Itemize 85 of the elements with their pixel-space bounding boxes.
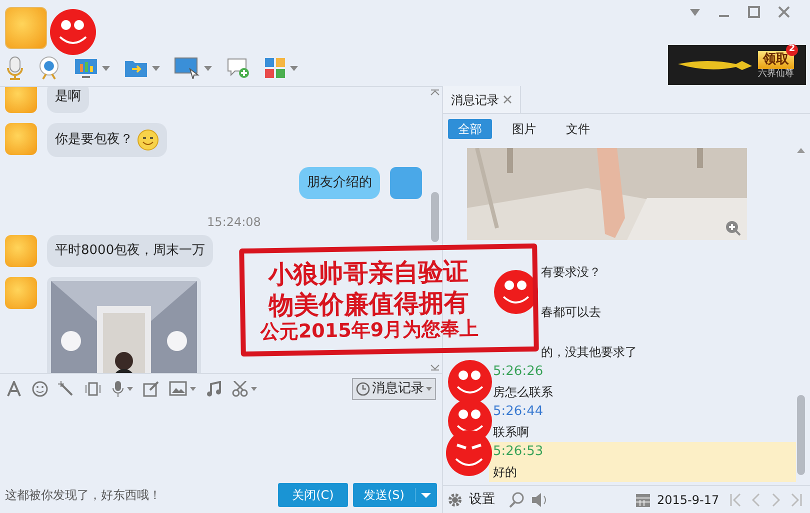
next-icon[interactable] [770,492,782,506]
message-bubble: 你是要包夜？ [47,123,167,157]
message-text: 好的 [493,464,517,481]
caret-icon[interactable] [290,66,298,70]
contact-avatar[interactable] [390,167,422,199]
folder-icon[interactable] [124,58,148,78]
image-icon[interactable] [169,381,187,396]
smiley-sticker [446,430,492,476]
calendar-icon[interactable] [635,492,651,508]
settings-icon[interactable] [447,492,463,508]
caret-icon[interactable] [251,386,257,390]
zoom-in-icon[interactable] [725,220,741,236]
scroll-up-icon[interactable] [797,148,805,153]
contact-avatar[interactable] [5,123,37,155]
caret-icon[interactable] [127,386,133,390]
caret-icon[interactable] [102,66,110,70]
history-entry[interactable]: 5:26:44 联系啊 [489,402,796,442]
message-text: 房怎么联系 [493,384,553,401]
message-bubble: 朋友介绍的 [299,167,380,199]
maximize-icon[interactable] [748,6,760,18]
dropdown-icon[interactable] [690,8,700,16]
edit-icon[interactable] [143,380,159,396]
message-bubble: 是啊 [47,87,89,113]
first-page-icon[interactable] [730,492,742,506]
microphone-icon[interactable] [6,56,24,80]
settings-label[interactable]: 设置 [469,490,495,510]
music-note-icon[interactable] [206,380,222,396]
history-entry[interactable]: 5:26:26 房怎么联系 [489,362,796,402]
screen-share-icon[interactable] [174,57,200,79]
vibrate-icon[interactable] [84,380,102,396]
message-text: 有要求没？ [541,264,601,281]
history-entry[interactable]: 春都可以去 [537,282,796,322]
monitor-chart-icon[interactable] [74,58,98,78]
date-label[interactable]: 2015-9-17 [657,490,720,508]
search-icon[interactable] [509,492,525,508]
filter-tab[interactable]: 图片 [502,119,546,139]
magic-wand-icon[interactable] [58,380,74,396]
caret-icon [426,386,432,390]
smiley-icon[interactable] [32,380,48,396]
message-text: 春都可以去 [541,304,601,321]
game-ad-banner[interactable]: 领取 六界仙尊 2 [668,45,806,85]
timestamp: 15:24:08 [206,214,262,231]
stamp-text: 公元2015年9月为您奉上 [260,318,479,346]
close-icon[interactable] [778,6,790,18]
speaker-icon[interactable] [531,492,549,508]
scrollbar-thumb[interactable] [797,395,805,475]
smiley-emoji-icon [137,129,159,151]
webcam-icon[interactable] [38,56,60,80]
microphone-icon[interactable] [112,380,124,396]
smiley-sticker [448,360,492,404]
scroll-down-icon[interactable] [430,364,440,371]
message-history-button[interactable]: 消息记录 [352,378,436,400]
caret-icon[interactable] [204,66,212,70]
history-entry[interactable]: 5:26:53 好的 [489,442,796,482]
caret-icon[interactable] [152,66,160,70]
add-message-icon[interactable] [226,57,250,79]
clock-icon [356,382,370,396]
apps-grid-icon[interactable] [264,57,286,79]
stamp-text: 小狼帅哥亲自验证 [268,255,469,290]
timestamp: 5:26:26 [493,364,544,379]
timestamp: 5:26:44 [493,404,544,419]
scissors-icon[interactable] [232,380,248,396]
contact-avatar[interactable] [5,235,37,267]
status-text: 这都被你发现了，好东西哦！ [5,487,161,504]
message-text: 联系啊 [493,424,529,441]
message-text: 的，没其他要求了 [541,344,637,361]
claim-button[interactable]: 领取 [758,50,794,68]
font-icon[interactable] [6,380,22,396]
contact-avatar[interactable] [5,277,37,309]
filter-tab[interactable]: 文件 [556,119,600,139]
previous-icon[interactable] [750,492,762,506]
history-tab[interactable]: 消息记录 [443,86,521,113]
scroll-up-icon[interactable] [430,89,440,96]
game-caption: 六界仙尊 [758,68,794,80]
notification-badge: 2 [786,44,798,56]
timestamp: 5:26:53 [493,444,544,459]
history-entry[interactable]: 的，没其他要求了 [537,322,796,362]
message-bubble: 平时8000包夜，周末一万 [47,235,214,267]
history-tab-label: 消息记录 [451,92,499,108]
last-page-icon[interactable] [790,492,802,506]
history-entry[interactable]: 有要求没？ [537,242,796,282]
scrollbar-thumb[interactable] [431,192,439,242]
caret-icon[interactable] [190,386,196,390]
smiley-sticker [50,9,96,55]
close-icon[interactable] [503,95,512,104]
